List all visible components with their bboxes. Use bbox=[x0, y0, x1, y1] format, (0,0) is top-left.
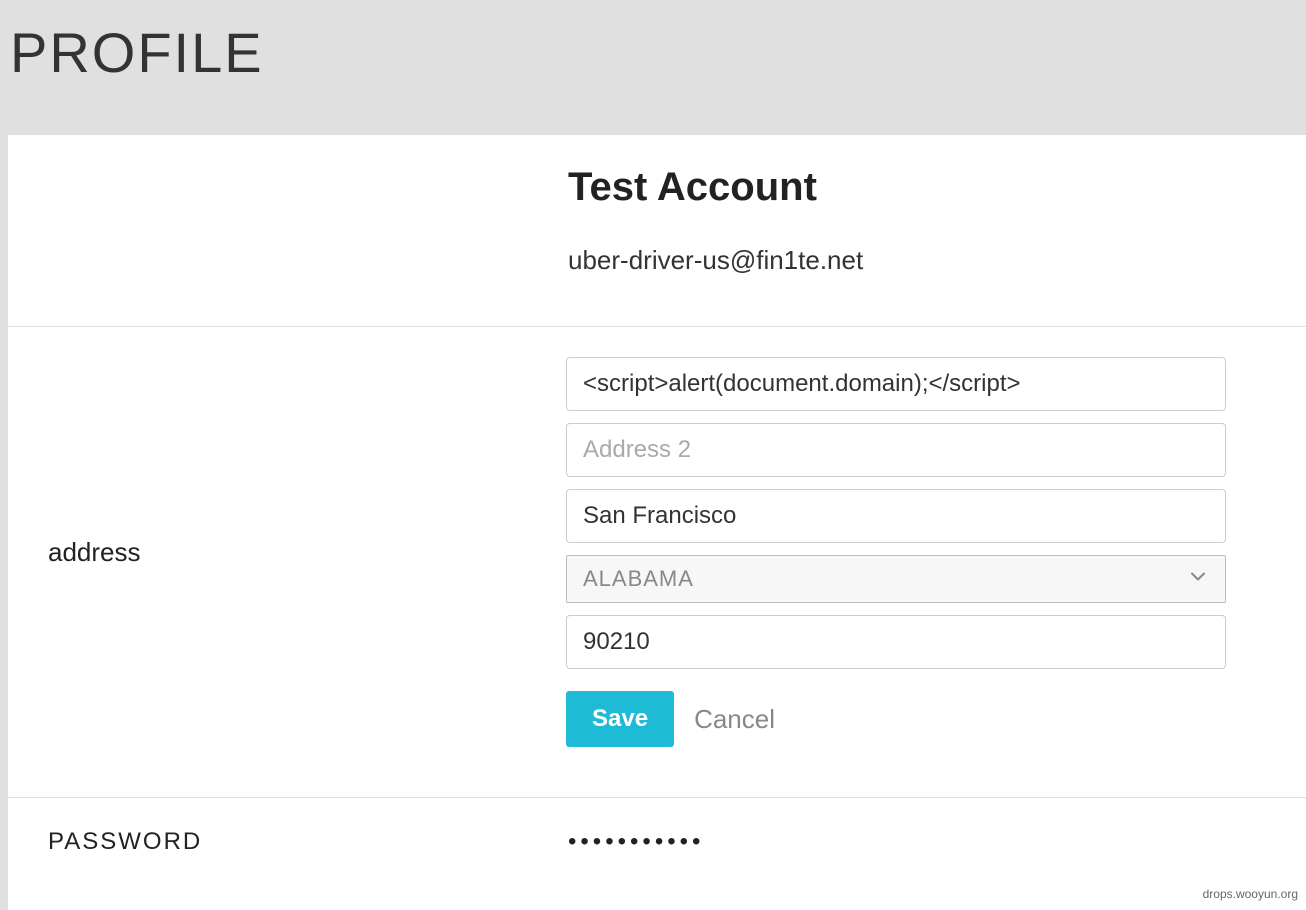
address-state-select[interactable] bbox=[566, 555, 1226, 603]
password-section: PASSWORD ••••••••••• bbox=[8, 798, 1306, 886]
state-select-wrapper bbox=[566, 555, 1226, 603]
watermark: drops.wooyun.org bbox=[1203, 887, 1298, 901]
save-button[interactable]: Save bbox=[566, 691, 674, 747]
page-header: PROFILE bbox=[0, 0, 1306, 135]
address-city-input[interactable] bbox=[566, 489, 1226, 543]
address-right: Save Cancel bbox=[566, 357, 1306, 747]
account-left bbox=[8, 165, 568, 276]
password-label: PASSWORD bbox=[48, 828, 568, 856]
address-left: address bbox=[8, 357, 566, 747]
account-email: uber-driver-us@fin1te.net bbox=[568, 245, 1226, 276]
cancel-button[interactable]: Cancel bbox=[694, 704, 775, 735]
address-zip-input[interactable] bbox=[566, 615, 1226, 669]
address-line1-input[interactable] bbox=[566, 357, 1226, 411]
password-left: PASSWORD bbox=[8, 828, 568, 856]
address-section: address Save Cancel bbox=[8, 327, 1306, 798]
account-name: Test Account bbox=[568, 165, 1226, 210]
address-label: address bbox=[48, 537, 566, 568]
account-right: Test Account uber-driver-us@fin1te.net bbox=[568, 165, 1306, 276]
page-title: PROFILE bbox=[10, 20, 1296, 85]
password-right: ••••••••••• bbox=[568, 828, 1306, 856]
address-input-stack: Save Cancel bbox=[566, 357, 1226, 747]
content-area: Test Account uber-driver-us@fin1te.net a… bbox=[8, 135, 1306, 910]
password-masked-value: ••••••••••• bbox=[568, 828, 1226, 856]
account-section: Test Account uber-driver-us@fin1te.net bbox=[8, 135, 1306, 327]
address-line2-input[interactable] bbox=[566, 423, 1226, 477]
address-button-row: Save Cancel bbox=[566, 691, 1226, 747]
